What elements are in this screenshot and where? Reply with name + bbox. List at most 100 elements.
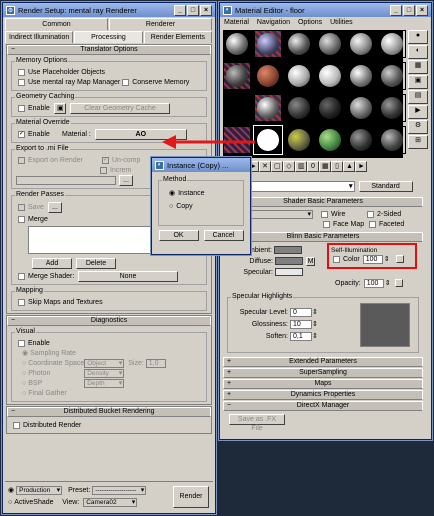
sample-slot[interactable] — [347, 62, 375, 90]
spinner-icon[interactable]: ⇕ — [312, 332, 318, 340]
self-illum-color-checkbox[interactable] — [333, 255, 340, 263]
diffuse-swatch[interactable] — [275, 257, 303, 265]
sample-type-icon[interactable]: ● — [408, 30, 428, 44]
copy-material-icon[interactable]: ▢ — [271, 161, 283, 172]
add-pass-button[interactable]: Add — [32, 257, 72, 269]
ambient-swatch[interactable] — [274, 246, 302, 254]
render-button[interactable]: Render — [173, 486, 209, 508]
visual-enable-checkbox[interactable] — [18, 339, 25, 347]
render-setup-titlebar[interactable]: ⚙ Render Setup: mental ray Renderer _ □ … — [3, 3, 215, 17]
spec-level-value[interactable]: 0 — [290, 307, 312, 317]
material-editor-titlebar[interactable]: ◐ Material Editor - floor _ □ × — [220, 3, 431, 17]
photon-dropdown[interactable]: Density — [84, 368, 125, 378]
menu-navigation[interactable]: Navigation — [253, 19, 294, 26]
faceted-checkbox[interactable] — [369, 220, 376, 228]
face-map-checkbox[interactable] — [323, 220, 330, 228]
close-button[interactable]: × — [200, 4, 212, 16]
mat-override-checkbox[interactable]: ✓ — [18, 130, 25, 138]
sample-slot[interactable] — [254, 62, 282, 90]
tab-indirect-illumination[interactable]: Indirect Illumination — [5, 31, 74, 43]
cancel-button[interactable]: Cancel — [203, 230, 244, 241]
minimize-button[interactable]: _ — [174, 4, 186, 16]
material-name-field[interactable]: AO — [234, 181, 355, 192]
show-map-icon[interactable]: ▦ — [319, 161, 331, 172]
radio-fg-icon[interactable]: ○ — [22, 390, 26, 397]
directx-header[interactable]: − DirectX Manager — [223, 401, 423, 411]
save-pass-checkbox[interactable] — [18, 203, 25, 211]
sample-slot[interactable] — [316, 62, 344, 90]
distributed-render-checkbox[interactable] — [13, 421, 20, 429]
opacity-value[interactable]: 100 — [363, 278, 384, 288]
conserve-memory-checkbox[interactable] — [122, 78, 130, 86]
preset-dropdown[interactable]: ------------------- — [92, 485, 147, 495]
sample-slot[interactable] — [223, 62, 251, 90]
material-effects-icon[interactable]: 0 — [307, 161, 319, 172]
sample-slot[interactable] — [316, 94, 344, 122]
spinner-icon[interactable]: ⇕ — [384, 255, 390, 263]
merge-shader-button[interactable]: None — [78, 270, 178, 282]
use-placeholder-checkbox[interactable] — [18, 68, 25, 76]
sample-slot[interactable] — [223, 30, 251, 58]
use-mr-map-checkbox[interactable] — [18, 78, 25, 86]
make-preview-icon[interactable]: ▶ — [408, 105, 428, 119]
translator-header[interactable]: − Translator Options — [7, 45, 211, 55]
sample-slot[interactable] — [285, 30, 313, 58]
go-parent-icon[interactable]: ▲ — [343, 161, 355, 172]
close-button[interactable]: × — [416, 4, 428, 16]
radio-sampling-icon[interactable]: ◉ — [22, 349, 28, 357]
make-unique-icon[interactable]: ◇ — [283, 161, 295, 172]
tab-renderer[interactable]: Renderer — [109, 18, 212, 30]
geom-enable-checkbox[interactable] — [18, 104, 25, 112]
material-type-button[interactable]: Standard — [358, 181, 413, 192]
spinner-icon[interactable]: ⇕ — [312, 308, 318, 316]
menu-utilities[interactable]: Utilities — [326, 19, 357, 26]
sample-slot[interactable] — [285, 126, 313, 154]
export-path-field[interactable] — [16, 175, 116, 185]
merge-shader-checkbox[interactable] — [18, 272, 25, 280]
sample-slot[interactable] — [254, 30, 282, 58]
tab-render-elements[interactable]: Render Elements — [143, 31, 212, 43]
put-library-icon[interactable]: ▥ — [295, 161, 307, 172]
instance-titlebar[interactable]: ◐ Instance (Copy) ... — [152, 158, 250, 172]
extended-params-header[interactable]: + Extended Parameters — [223, 357, 423, 367]
save-pass-browse[interactable]: ... — [48, 201, 62, 213]
sample-slot[interactable] — [378, 126, 406, 154]
sample-slot[interactable] — [347, 30, 375, 58]
sample-slot[interactable] — [316, 30, 344, 58]
two-sided-checkbox[interactable] — [367, 210, 374, 218]
wire-checkbox[interactable] — [321, 210, 328, 218]
sample-slot[interactable] — [378, 94, 406, 122]
sample-slot[interactable] — [347, 126, 375, 154]
show-end-icon[interactable]: ▯ — [331, 161, 343, 172]
lock-button[interactable]: ▣ — [54, 102, 66, 114]
merge-checkbox[interactable] — [18, 215, 25, 223]
menu-material[interactable]: Material — [220, 19, 253, 26]
sample-slot[interactable] — [285, 94, 313, 122]
delete-pass-button[interactable]: Delete — [76, 257, 116, 269]
opacity-map-button[interactable] — [394, 279, 403, 287]
sample-slot[interactable] — [316, 126, 344, 154]
go-sibling-icon[interactable]: ► — [355, 161, 367, 172]
sample-slot[interactable] — [285, 62, 313, 90]
options-icon[interactable]: ⚙ — [408, 120, 428, 134]
production-dropdown[interactable]: Production — [16, 485, 63, 495]
coord-space-dropdown[interactable]: Object — [84, 358, 125, 368]
uncompressed-checkbox[interactable]: ✓ — [102, 156, 109, 164]
dbr-header[interactable]: − Distributed Bucket Rendering — [7, 407, 211, 417]
radio-coord-icon[interactable]: ○ — [22, 360, 26, 367]
dynamics-header[interactable]: + Dynamics Properties — [223, 390, 423, 400]
skip-maps-checkbox[interactable] — [18, 298, 25, 306]
maximize-button[interactable]: □ — [403, 4, 415, 16]
select-by-material-icon[interactable]: ⊞ — [408, 135, 428, 149]
blinn-basic-header[interactable]: −Blinn Basic Parameters — [223, 232, 423, 242]
radio-copy-icon[interactable]: ○ — [169, 203, 173, 210]
radio-photon-icon[interactable]: ○ — [22, 370, 26, 377]
radio-activeshade-icon[interactable]: ○ — [8, 499, 12, 506]
radio-instance-icon[interactable]: ◉ — [169, 189, 175, 197]
sample-slot[interactable] — [254, 94, 282, 122]
spinner-icon[interactable]: ⇕ — [312, 320, 318, 328]
minimize-button[interactable]: _ — [390, 4, 402, 16]
radio-bsp-icon[interactable]: ○ — [22, 380, 26, 387]
shader-basic-header[interactable]: −Shader Basic Parameters — [223, 197, 423, 207]
tab-common[interactable]: Common — [5, 18, 108, 30]
